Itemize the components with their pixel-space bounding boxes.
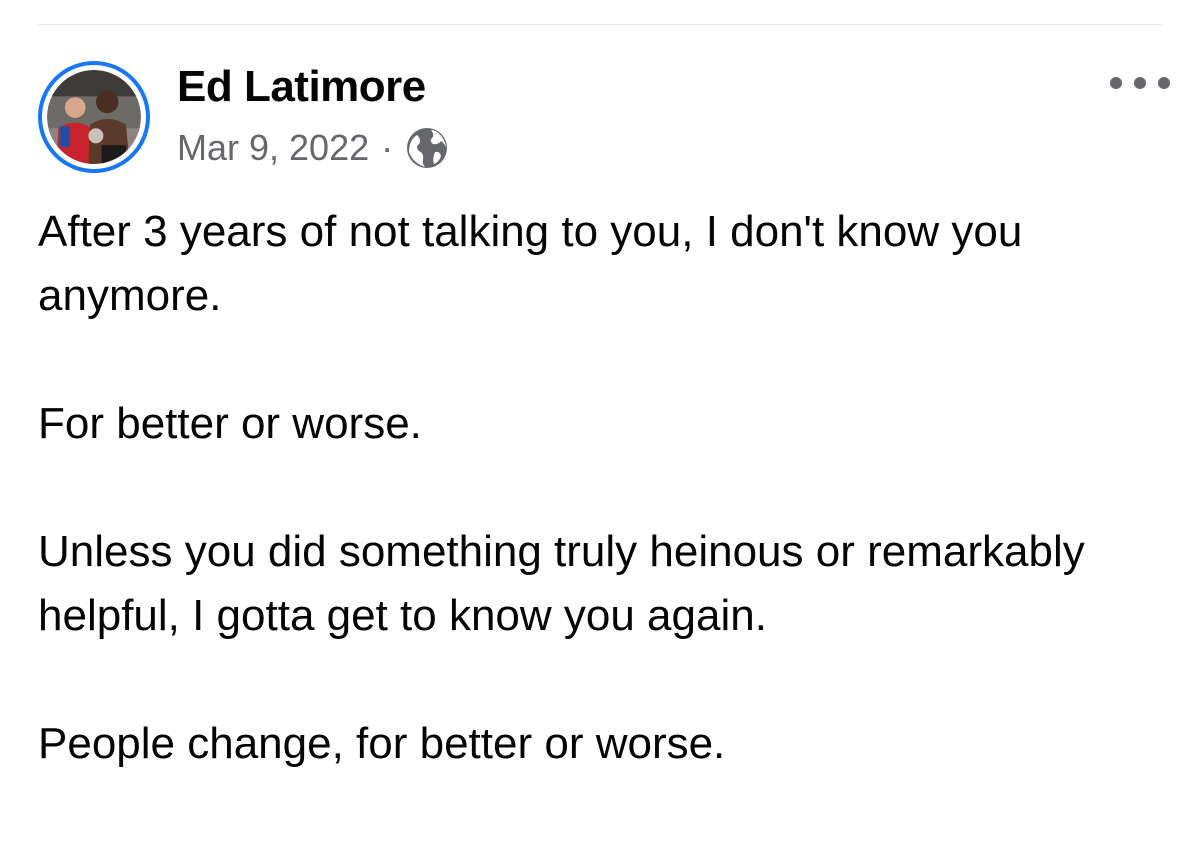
post-paragraph: After 3 years of not talking to you, I d… <box>38 207 1023 320</box>
post-paragraph: For better or worse. <box>38 399 422 448</box>
meta-separator: · <box>381 127 394 168</box>
more-options-dot <box>1158 77 1170 89</box>
globe-icon[interactable] <box>405 126 449 170</box>
profile-photo <box>47 70 141 164</box>
author-name[interactable]: Ed Latimore <box>177 60 426 114</box>
post-date[interactable]: Mar 9, 2022 <box>177 127 369 169</box>
post-text: After 3 years of not talking to you, I d… <box>38 200 1168 776</box>
more-options-dot <box>1134 77 1146 89</box>
more-options-button[interactable] <box>1110 68 1170 98</box>
post-paragraph: Unless you did something truly heinous o… <box>38 527 1085 640</box>
more-options-icon <box>1110 77 1122 89</box>
avatar[interactable] <box>38 61 150 173</box>
divider <box>38 24 1162 25</box>
post-meta: Mar 9, 2022 · <box>177 124 449 172</box>
post-paragraph: People change, for better or worse. <box>38 719 726 768</box>
facebook-post: Ed Latimore Mar 9, 2022 · After 3 years … <box>0 0 1200 851</box>
